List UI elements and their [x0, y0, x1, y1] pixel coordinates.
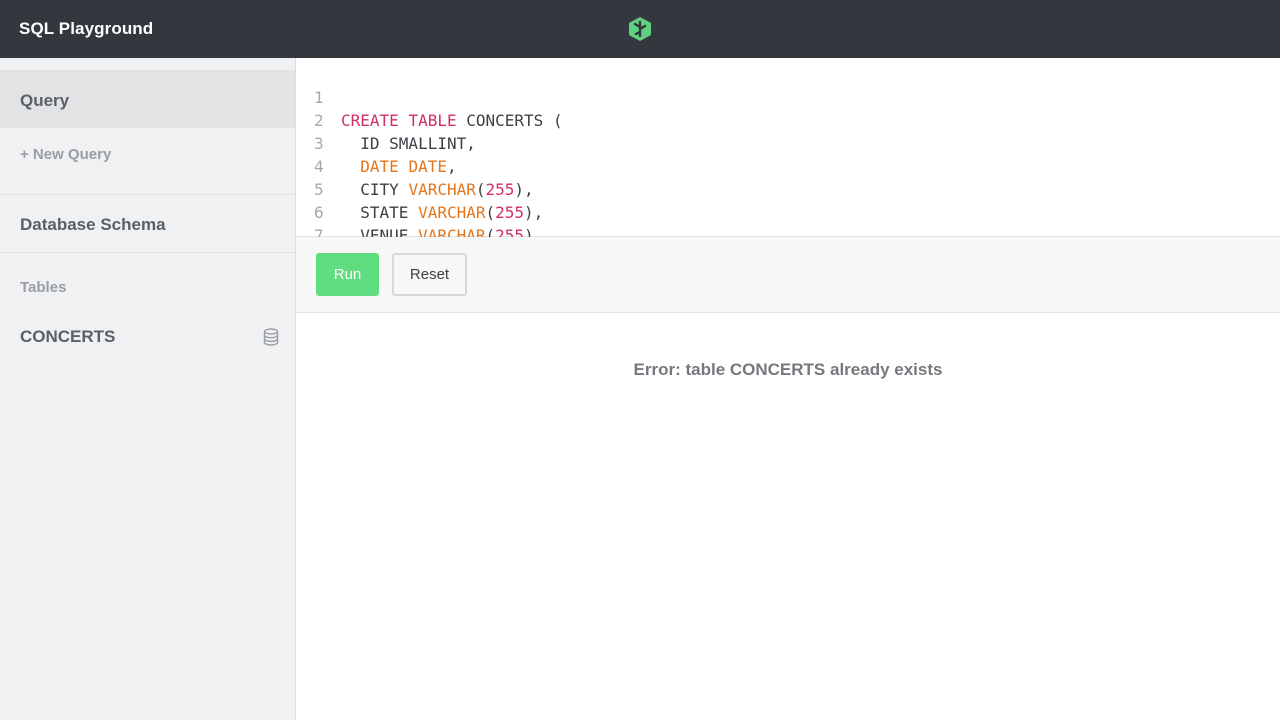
code-line: 6 VENUE VARCHAR(255) [296, 178, 534, 245]
code-line: 4 CITY VARCHAR(255), [296, 132, 534, 199]
code-text[interactable]: DATE DATE, [341, 155, 456, 178]
reset-button[interactable]: Reset [392, 253, 467, 296]
table-item-concerts[interactable]: CONCERTS [0, 316, 295, 360]
sidebar-item-label: Query [20, 91, 70, 110]
app-title: SQL Playground [19, 19, 154, 38]
sidebar: Query + New Query Database Schema Tables… [0, 58, 296, 720]
database-icon[interactable] [263, 328, 279, 346]
run-button[interactable]: Run [316, 253, 379, 296]
divider [0, 252, 295, 253]
table-name: CONCERTS [20, 327, 116, 346]
code-line: 2 ID SMALLINT, [296, 86, 476, 153]
code-text[interactable]: STATE VARCHAR(255), [341, 201, 543, 224]
code-line: 3 DATE DATE, [296, 109, 457, 176]
code-text[interactable]: CITY VARCHAR(255), [341, 178, 533, 201]
results-panel: Error: table CONCERTS already exists [296, 313, 1280, 720]
error-message: Error: table CONCERTS already exists [633, 360, 943, 379]
code-line: 1 CREATE TABLE CONCERTS ( [296, 63, 563, 130]
divider [0, 194, 295, 195]
query-controls: Run Reset [296, 237, 1280, 313]
treehouse-logo-icon[interactable] [628, 16, 652, 42]
code-text[interactable]: ID SMALLINT, [341, 132, 476, 155]
schema-title: Database Schema [20, 215, 166, 234]
code-line: 5 STATE VARCHAR(255), [296, 155, 543, 222]
sidebar-item-query[interactable]: Query [0, 70, 295, 128]
top-bar: SQL Playground [0, 0, 1280, 58]
tables-label: Tables [20, 279, 67, 296]
sql-editor[interactable]: 1 CREATE TABLE CONCERTS ( 2 ID SMALLINT,… [296, 58, 1280, 269]
new-query-button[interactable]: + New Query [20, 146, 111, 163]
code-text[interactable]: CREATE TABLE CONCERTS ( [341, 109, 563, 132]
code-line: 7 ); [296, 201, 363, 269]
